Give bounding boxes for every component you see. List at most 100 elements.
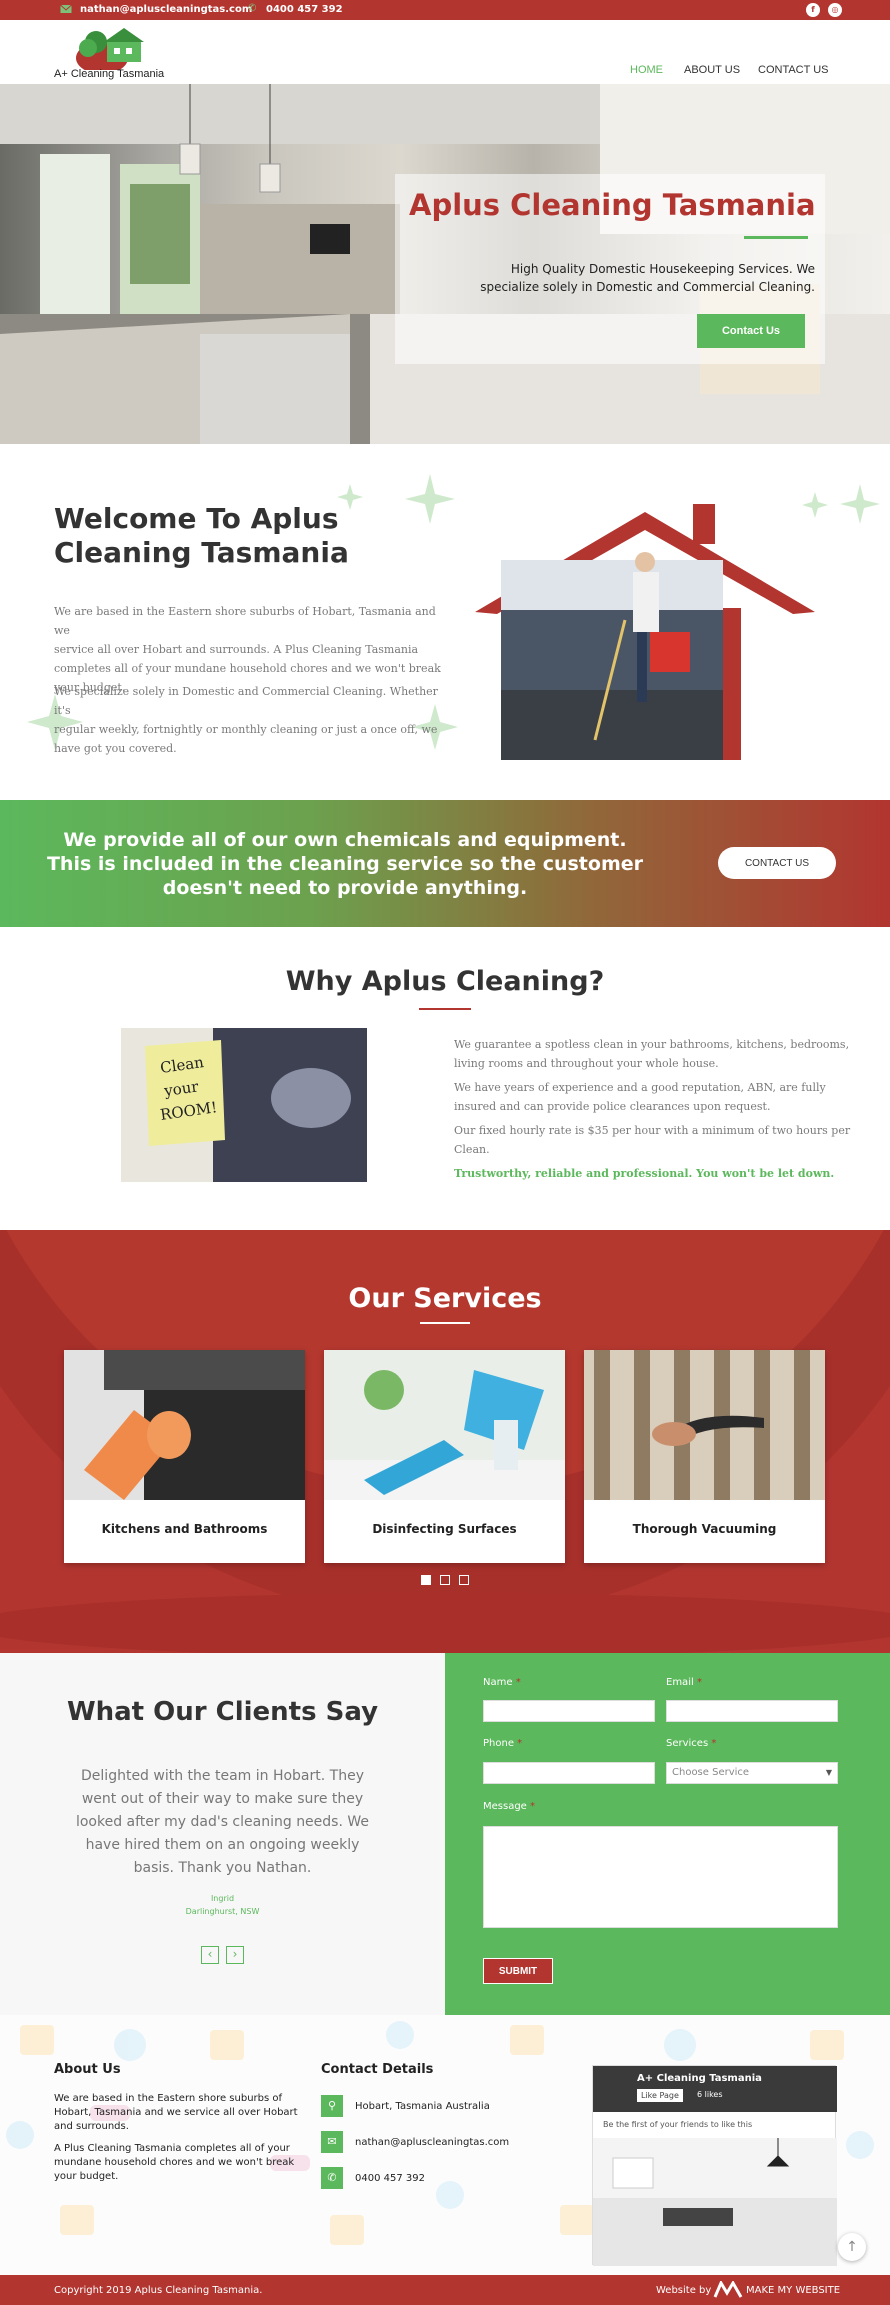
text-line: We have years of experience and a good r… (454, 1081, 826, 1094)
back-to-top-button[interactable]: ↑ (838, 2233, 866, 2261)
message-textarea[interactable] (483, 1826, 838, 1928)
banner-line3: doesn't need to provide anything. (162, 877, 528, 899)
service-label: Disinfecting Surfaces (372, 1522, 517, 1536)
why-underline (419, 1008, 471, 1010)
banner-text: We provide all of our own chemicals and … (40, 828, 650, 900)
clean-room-note-image: Clean your ROOM! (121, 1028, 367, 1182)
logo-graphic (76, 28, 144, 74)
text-line: Delighted with the team in Hobart. They (81, 1768, 364, 1784)
text-line: completes all of your mundane household … (54, 662, 441, 675)
services-underline (420, 1322, 470, 1324)
text-line: went out of their way to make sure they (81, 1791, 364, 1807)
fb-likes-count: 6 likes (697, 2090, 723, 2099)
submit-button[interactable]: SUBMIT (483, 1958, 553, 1984)
text-line: We are based in the Eastern shore suburb… (54, 605, 436, 637)
credit-prefix: Website by (656, 2285, 712, 2296)
label-text: Email (666, 1677, 694, 1688)
credit-link[interactable]: MAKE MY WEBSITE (746, 2285, 840, 2296)
text-line: Our fixed hourly rate is $35 per hour wi… (454, 1124, 851, 1137)
fb-like-button[interactable]: Like Page (637, 2089, 683, 2102)
why-heading: Why Aplus Cleaning? (285, 966, 605, 997)
map-pin-icon: ⚲ (321, 2095, 343, 2117)
services-heading: Our Services (348, 1283, 542, 1314)
carousel-dot-1[interactable] (421, 1575, 431, 1585)
service-label: Thorough Vacuuming (632, 1522, 777, 1536)
hero-title: Aplus Cleaning Tasmania (409, 188, 816, 222)
footer-about-title: About Us (54, 2062, 121, 2077)
testimonial-location: Darlinghurst, NSW (185, 1907, 260, 1916)
instagram-icon[interactable]: ◎ (828, 3, 842, 17)
make-my-website-logo-icon (713, 2281, 743, 2298)
facebook-icon[interactable]: f (806, 3, 820, 17)
chevron-down-icon: ▼ (825, 1768, 832, 1777)
phone-input[interactable] (483, 1762, 655, 1784)
service-card-vacuuming[interactable]: Thorough Vacuuming (584, 1350, 825, 1563)
label-text: Services (666, 1738, 709, 1749)
email-input[interactable] (666, 1700, 838, 1722)
testimonials-heading: What Our Clients Say (66, 1697, 379, 1727)
envelope-icon: ✉ (321, 2131, 343, 2153)
text-line: A Plus Cleaning Tasmania completes all o… (54, 2143, 290, 2154)
email-icon (60, 4, 72, 17)
services-label: Services * (666, 1738, 716, 1749)
text-line: basis. Thank you Nathan. (133, 1860, 312, 1876)
footer-about-paragraph-2: A Plus Cleaning Tasmania completes all o… (54, 2142, 304, 2184)
testimonial-next-button[interactable]: › (226, 1946, 244, 1964)
service-card-disinfecting[interactable]: Disinfecting Surfaces (324, 1350, 565, 1563)
carousel-dot-3[interactable] (459, 1575, 469, 1585)
text-line: We specialize solely in Domestic and Com… (54, 685, 438, 717)
text-line: We guarantee a spotless clean in your ba… (454, 1038, 850, 1051)
testimonial-author: Ingrid (210, 1894, 235, 1903)
required-marker: * (515, 1677, 521, 1688)
text-line: have hired them on an ongoing weekly (85, 1837, 360, 1853)
text-line: living rooms and throughout your whole h… (454, 1057, 719, 1070)
site-logo[interactable]: A+ Cleaning Tasmania (52, 24, 182, 80)
service-card-kitchens[interactable]: Kitchens and Bathrooms (64, 1350, 305, 1563)
contact-form: Name * Email * Phone * Services * Choose… (445, 1653, 890, 2015)
copyright-text: Copyright 2019 Aplus Cleaning Tasmania. (54, 2285, 263, 2296)
banner-contact-button[interactable]: CONTACT US (718, 847, 836, 879)
footer: About Us We are based in the Eastern sho… (0, 2015, 890, 2275)
welcome-heading-line2: Cleaning Tasmania (54, 536, 349, 569)
required-marker: * (517, 1738, 523, 1749)
text-line: insured and can provide police clearance… (454, 1100, 771, 1113)
required-marker: * (711, 1738, 717, 1749)
footer-contact-title: Contact Details (321, 2062, 434, 2077)
carousel-dot-2[interactable] (440, 1575, 450, 1585)
topbar-email-link[interactable]: nathan@apluscleaningtas.com (80, 4, 252, 15)
banner-line2: This is included in the cleaning service… (46, 853, 644, 875)
nav-about-us[interactable]: ABOUT US (684, 64, 740, 76)
text-line: Hobart, Tasmania and we service all over… (54, 2107, 298, 2118)
service-label: Kitchens and Bathrooms (101, 1522, 268, 1536)
name-label: Name * (483, 1677, 521, 1688)
fb-page-name: A+ Cleaning Tasmania (637, 2073, 762, 2084)
hero-contact-button[interactable]: Contact Us (697, 314, 805, 348)
phone-label: Phone * (483, 1738, 522, 1749)
select-value: Choose Service (672, 1767, 750, 1778)
required-marker: * (530, 1801, 536, 1812)
nav-home[interactable]: HOME (630, 64, 663, 76)
email-label: Email * (666, 1677, 702, 1688)
banner-line1: We provide all of our own chemicals and … (63, 829, 627, 851)
text-line: Clean. (454, 1143, 490, 1156)
vacuuming-image (584, 1350, 825, 1500)
footer-email-link[interactable]: nathan@apluscleaningtas.com (355, 2136, 509, 2150)
site-header: A+ Cleaning Tasmania HOME ABOUT US CONTA… (0, 20, 890, 84)
why-paragraph-1: We guarantee a spotless clean in your ba… (454, 1035, 854, 1073)
footer-phone-link[interactable]: 0400 457 392 (355, 2172, 425, 2186)
text-line: We are based in the Eastern shore suburb… (54, 2093, 283, 2104)
facebook-page-widget[interactable]: A+ Cleaning Tasmania Like Page 6 likes B… (592, 2065, 837, 2266)
label-text: Message (483, 1801, 527, 1812)
services-select[interactable]: Choose Service ▼ (666, 1762, 838, 1784)
text-line: looked after my dad's cleaning needs. We (75, 1814, 370, 1830)
text-line: and surrounds. (54, 2121, 129, 2132)
text-line: regular weekly, fortnightly or monthly c… (54, 723, 438, 736)
surface-cleaning-image (324, 1350, 565, 1500)
welcome-heading-line1: Welcome To Aplus (54, 502, 339, 535)
label-text: Name (483, 1677, 513, 1688)
name-input[interactable] (483, 1700, 655, 1722)
testimonial-prev-button[interactable]: ‹ (201, 1946, 219, 1964)
nav-contact-us[interactable]: CONTACT US (758, 64, 829, 76)
fb-friends-text: Be the first of your friends to like thi… (603, 2120, 753, 2129)
topbar-phone[interactable]: 0400 457 392 (266, 4, 343, 15)
